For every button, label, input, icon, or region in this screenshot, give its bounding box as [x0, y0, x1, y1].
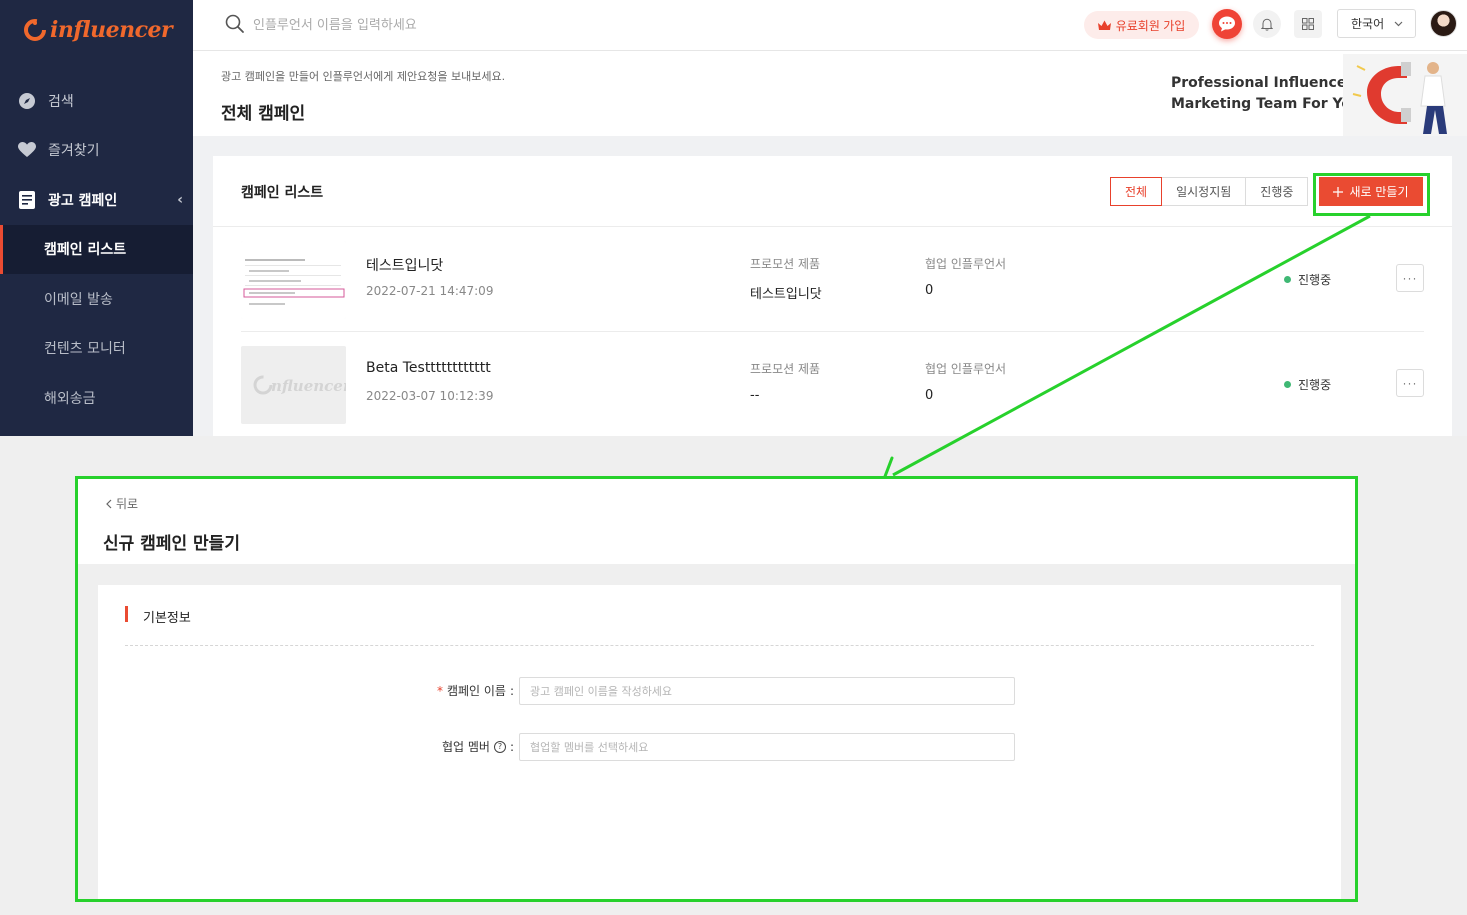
product-value: 테스트입니닷 — [750, 287, 822, 302]
campaign-row[interactable]: nfluencer Beta Testttttttttttt 2022-03-0… — [241, 332, 1424, 436]
filter-all-button[interactable]: 전체 — [1110, 177, 1163, 206]
magnet-illustration-icon — [1343, 54, 1467, 136]
sidebar-subitem-campaign-list[interactable]: 캠페인 리스트 — [0, 224, 193, 274]
premium-signup-button[interactable]: 유료회원 가입 — [1084, 11, 1199, 39]
app-screen: influencer 검색 즐겨찾기 광고 캠페인 ‹ 캠페인 리스트 이메일 … — [0, 0, 1467, 436]
campaign-name[interactable]: Beta Testttttttttttt — [366, 360, 491, 376]
sidebar-item-label: 광고 캠페인 — [48, 192, 118, 209]
sidebar-subitem-content-monitor[interactable]: 컨텐츠 모니터 — [0, 324, 193, 374]
grid-icon — [1302, 18, 1314, 30]
banner-line-1: Professional Influencer — [1171, 75, 1354, 91]
campaign-thumbnail — [241, 241, 346, 319]
influencer-column-label: 협업 인플루언서 — [925, 362, 1007, 376]
product-value: -- — [750, 388, 760, 403]
members-select[interactable] — [519, 733, 1015, 761]
status-label: 진행중 — [1298, 273, 1332, 287]
label-colon: : — [509, 683, 514, 698]
annotation-highlight-box — [1313, 173, 1430, 216]
campaign-date: 2022-03-07 10:12:39 — [366, 389, 494, 403]
compass-icon — [18, 92, 36, 110]
more-options-button[interactable]: ··· — [1396, 369, 1424, 397]
more-options-button[interactable]: ··· — [1396, 264, 1424, 292]
search-icon[interactable] — [225, 14, 245, 34]
chevron-left-icon — [106, 499, 112, 508]
new-campaign-panel: 뒤로 신규 캠페인 만들기 기본정보 * 캠페인 이름 : 협업 멤버 ? : — [75, 476, 1358, 902]
campaign-list-title: 캠페인 리스트 — [241, 185, 324, 201]
campaign-thumbnail: nfluencer — [241, 346, 346, 424]
influencer-count: 0 — [925, 388, 934, 403]
sidebar-item-label: 검색 — [48, 93, 74, 110]
label-colon: : — [509, 739, 514, 754]
page-description: 광고 캠페인을 만들어 인플루언서에게 제안요청을 보내보세요. — [221, 70, 506, 83]
sidebar-item-ad-campaign[interactable]: 광고 캠페인 ‹ — [0, 175, 193, 225]
status-filter-group: 전체 일시정지됨 진행중 — [1110, 177, 1309, 206]
detail-header: 뒤로 신규 캠페인 만들기 — [78, 479, 1355, 564]
help-circle-icon[interactable]: ? — [493, 740, 506, 753]
campaign-date: 2022-07-21 14:47:09 — [366, 284, 494, 298]
members-label: 협업 멤버 ? : — [394, 738, 514, 755]
campaign-name-label: * 캠페인 이름 : — [394, 682, 514, 699]
filter-paused-button[interactable]: 일시정지됨 — [1161, 177, 1247, 206]
members-label-text: 협업 멤버 — [441, 740, 490, 754]
document-icon — [18, 190, 36, 209]
sidebar-subitem-email[interactable]: 이메일 발송 — [0, 274, 193, 324]
required-marker: * — [436, 683, 443, 698]
product-column-label: 프로모션 제품 — [750, 257, 821, 271]
language-select[interactable]: 한국어 — [1337, 9, 1416, 38]
chat-bubble-icon — [1219, 16, 1235, 32]
svg-text:nfluencer: nfluencer — [271, 377, 346, 395]
influencer-count: 0 — [925, 283, 934, 298]
basic-info-form: 기본정보 * 캠페인 이름 : 협업 멤버 ? : — [98, 585, 1341, 899]
page-title: 전체 캠페인 — [221, 104, 306, 124]
campaign-list-card: 캠페인 리스트 전체 일시정지됨 진행중 새로 만들기 테스트입니닷 2022-… — [213, 156, 1452, 436]
section-title: 기본정보 — [143, 611, 191, 626]
status-dot-icon — [1284, 381, 1291, 388]
chevron-left-icon[interactable]: ‹ — [177, 192, 183, 208]
chat-button[interactable] — [1212, 9, 1242, 39]
sidebar-item-label: 즐겨찾기 — [48, 143, 100, 160]
influencer-column-label: 협업 인플루언서 — [925, 257, 1007, 271]
status-badge: 진행중 — [1284, 271, 1331, 288]
sidebar-subitem-remittance[interactable]: 해외송금 — [0, 373, 193, 423]
language-value: 한국어 — [1351, 17, 1385, 31]
sidebar-nav: 검색 즐겨찾기 광고 캠페인 ‹ 캠페인 리스트 이메일 발송 컨텐츠 모니터 … — [0, 76, 193, 423]
crown-icon — [1097, 20, 1111, 30]
divider — [125, 645, 1314, 646]
filter-active-button[interactable]: 진행중 — [1245, 177, 1309, 206]
status-badge: 진행중 — [1284, 376, 1331, 393]
campaign-name-input[interactable] — [519, 677, 1015, 705]
avatar[interactable] — [1430, 10, 1457, 37]
campaign-name-label-text: 캠페인 이름 — [446, 684, 506, 698]
logo-mark-icon — [24, 19, 46, 41]
topbar: 유료회원 가입 한국어 — [193, 0, 1467, 51]
apps-grid-button[interactable] — [1294, 10, 1322, 38]
bell-icon — [1261, 18, 1273, 31]
sidebar: influencer 검색 즐겨찾기 광고 캠페인 ‹ 캠페인 리스트 이메일 … — [0, 0, 193, 436]
premium-label: 유료회원 가입 — [1115, 18, 1186, 33]
product-column-label: 프로모션 제품 — [750, 362, 821, 376]
sidebar-item-search[interactable]: 검색 — [0, 76, 193, 126]
heart-icon — [18, 141, 36, 159]
sidebar-item-favorites[interactable]: 즐겨찾기 — [0, 126, 193, 176]
back-link[interactable]: 뒤로 — [105, 495, 138, 512]
search-input[interactable] — [253, 12, 653, 38]
campaign-name[interactable]: 테스트입니닷 — [366, 255, 443, 275]
logo[interactable]: influencer — [22, 12, 173, 48]
back-label: 뒤로 — [116, 497, 139, 511]
banner-line-2: Marketing Team For You — [1171, 96, 1361, 112]
detail-title: 신규 캠페인 만들기 — [103, 534, 240, 554]
logo-text: influencer — [50, 17, 173, 43]
chevron-down-icon — [1394, 21, 1403, 26]
status-dot-icon — [1284, 276, 1291, 283]
notification-button[interactable] — [1253, 10, 1281, 38]
status-label: 진행중 — [1298, 378, 1332, 392]
promo-banner-text[interactable]: Professional Influencer Marketing Team F… — [1171, 73, 1361, 115]
campaign-row[interactable]: 테스트입니닷 2022-07-21 14:47:09 프로모션 제품 테스트입니… — [241, 227, 1424, 332]
section-accent-bar — [125, 606, 128, 622]
page-header: 광고 캠페인을 만들어 인플루언서에게 제안요청을 보내보세요. 전체 캠페인 … — [193, 51, 1467, 136]
